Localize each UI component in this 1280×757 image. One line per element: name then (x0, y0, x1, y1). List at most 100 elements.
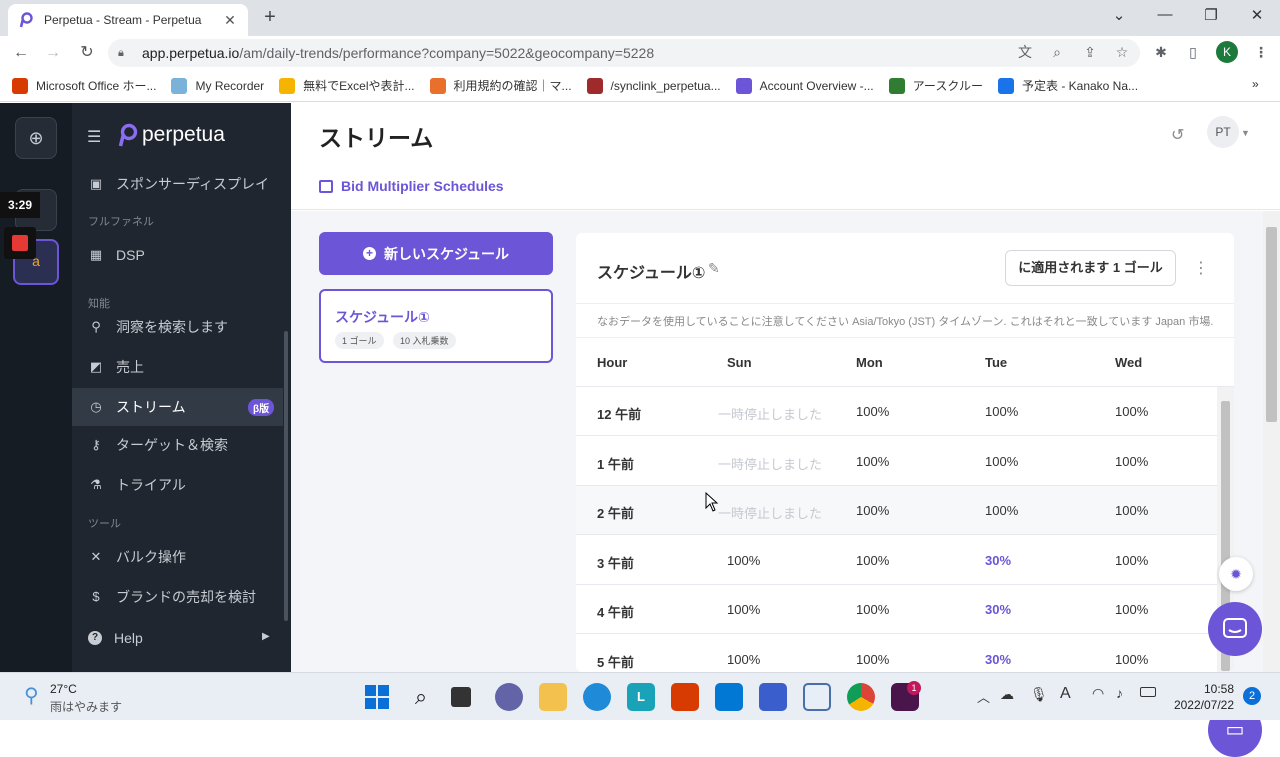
schedule-card[interactable]: スケジュール① 1 ゴール 10 入札乗数 (319, 289, 553, 363)
battery-icon[interactable] (1140, 687, 1156, 697)
multiplier-cell[interactable]: 100% (856, 553, 889, 568)
windows-start-icon[interactable] (363, 683, 391, 711)
multiplier-cell[interactable]: 30% (985, 602, 1011, 617)
multiplier-cell[interactable]: 一時停止しました (718, 503, 822, 522)
bookmark-item[interactable]: Microsoft Office ホー... (12, 77, 156, 94)
sidebar-item-clock[interactable]: ◷ ストリーム β版 (72, 388, 283, 426)
multiplier-cell[interactable]: 100% (1115, 404, 1148, 419)
bookmark-item[interactable]: 予定表 - Kanako Na... (997, 77, 1138, 94)
sidebar-item-grid[interactable]: ▦ DSP (72, 236, 283, 274)
sidebar-item-tools[interactable]: ✕ バルク操作 (72, 538, 283, 576)
share-icon[interactable]: ⇪ (1081, 43, 1099, 61)
applied-goals-button[interactable]: に適用されます 1 ゴール (1005, 250, 1176, 286)
side-panel-icon[interactable]: ▯ (1184, 43, 1202, 61)
store-icon[interactable] (759, 683, 787, 711)
edge-icon[interactable] (583, 683, 611, 711)
multiplier-cell[interactable]: 100% (856, 404, 889, 419)
multiplier-cell[interactable]: 100% (985, 503, 1018, 518)
clock-date[interactable]: 2022/07/22 (1168, 698, 1234, 712)
address-bar[interactable]: 🔒︎ app.perpetua.io/am/daily-trends/perfo… (108, 39, 1140, 67)
bookmark-item[interactable]: /synclink_perpetua... (586, 77, 721, 94)
user-avatar[interactable]: PT (1207, 116, 1239, 148)
table-row[interactable]: 4 午前 100% 100% 30% 100% (576, 585, 1218, 634)
bookmark-item[interactable]: My Recorder (171, 77, 264, 94)
cloud-icon[interactable]: ☁ (1000, 686, 1014, 703)
multiplier-cell[interactable]: 30% (985, 553, 1011, 568)
reload-icon[interactable]: ↻ (76, 42, 98, 64)
app-l-icon[interactable]: L (627, 683, 655, 711)
profile-avatar[interactable]: K (1216, 41, 1238, 63)
bug-report-icon[interactable]: ✹ (1219, 557, 1253, 591)
sidebar-item-help[interactable]: ? Help ▶ (72, 619, 283, 657)
taskbar-search-icon[interactable]: ⌕ (407, 683, 435, 711)
multiplier-cell[interactable]: 一時停止しました (718, 454, 822, 473)
sidebar-item-flask[interactable]: ⚗ トライアル (72, 466, 283, 504)
edit-pencil-icon[interactable]: ✎ (708, 260, 720, 277)
notepad-icon[interactable] (803, 683, 831, 711)
tray-chevron-icon[interactable]: ︿ (977, 687, 990, 706)
browser-tab[interactable]: Perpetua - Stream - Perpetua ✕ (8, 4, 248, 36)
page-scrollbar-thumb[interactable] (1266, 227, 1277, 422)
hamburger-menu-icon[interactable]: ☰ (87, 127, 101, 147)
chrome-icon[interactable] (847, 683, 875, 711)
clock-time[interactable]: 10:58 (1168, 682, 1234, 696)
zoom-icon[interactable]: ⌕ (1048, 43, 1066, 61)
multiplier-cell[interactable]: 100% (856, 652, 889, 667)
multiplier-cell[interactable]: 100% (1115, 652, 1148, 667)
table-row[interactable]: 3 午前 100% 100% 30% 100% (576, 536, 1218, 585)
history-icon[interactable]: ↺ (1171, 125, 1184, 145)
table-row[interactable]: 12 午前 一時停止しました 100% 100% 100% (576, 387, 1218, 436)
globe-icon[interactable]: ⊕ (15, 117, 57, 159)
browser-menu-icon[interactable]: ⋮ (1252, 43, 1270, 61)
bookmark-star-icon[interactable]: ☆ (1113, 43, 1131, 61)
office-icon[interactable] (671, 683, 699, 711)
ime-icon[interactable]: A (1060, 685, 1071, 703)
teams-chat-icon[interactable] (495, 683, 523, 711)
page-scrollbar[interactable] (1263, 211, 1280, 672)
more-options-icon[interactable]: ⋮ (1193, 258, 1209, 278)
notification-count[interactable]: 2 (1243, 687, 1261, 705)
multiplier-cell[interactable]: 100% (985, 454, 1018, 469)
new-schedule-button[interactable]: + 新しいスケジュール (319, 232, 553, 275)
sidebar-item-display[interactable]: ▣ スポンサーディスプレイ (72, 165, 283, 203)
window-close-icon[interactable]: ✕ (1245, 6, 1269, 26)
multiplier-cell[interactable]: 100% (856, 602, 889, 617)
sidebar-item-dollar[interactable]: $ ブランドの売却を検討 (72, 578, 283, 616)
multiplier-cell[interactable]: 100% (727, 652, 760, 667)
sidebar-item-insight[interactable]: ⚲ 洞察を検索します (72, 308, 283, 346)
sidebar-item-key[interactable]: ⚷ ターゲット＆検索 (72, 426, 283, 464)
tab-search-icon[interactable]: ⌄ (1107, 6, 1131, 26)
bookmark-item[interactable]: アースクルー (888, 77, 983, 94)
sidebar-item-chart[interactable]: ◩ 売上 (72, 348, 283, 386)
new-tab-icon[interactable]: + (258, 6, 282, 30)
multiplier-cell[interactable]: 30% (985, 652, 1011, 667)
chevron-down-icon[interactable]: ▼ (1241, 128, 1250, 138)
microphone-icon[interactable]: 🎙︎ (1030, 686, 1048, 703)
table-row[interactable]: 5 午前 100% 100% 30% 100% (576, 635, 1218, 673)
chat-button[interactable] (1208, 602, 1262, 656)
mail-icon[interactable] (715, 683, 743, 711)
multiplier-cell[interactable]: 100% (856, 454, 889, 469)
extensions-icon[interactable]: ✱ (1152, 43, 1170, 61)
multiplier-cell[interactable]: 100% (985, 404, 1018, 419)
file-explorer-icon[interactable] (539, 683, 567, 711)
multiplier-cell[interactable]: 100% (856, 503, 889, 518)
bookmark-item[interactable]: 無料でExcelや表計... (279, 77, 415, 94)
restore-icon[interactable]: ❐ (1199, 6, 1223, 26)
back-icon[interactable]: ← (10, 42, 32, 64)
forward-icon[interactable]: → (42, 42, 64, 64)
bookmark-item[interactable]: 利用規約の確認｜マ... (429, 77, 572, 94)
multiplier-cell[interactable]: 一時停止しました (718, 404, 822, 423)
table-row[interactable]: 1 午前 一時停止しました 100% 100% 100% (576, 437, 1218, 486)
volume-icon[interactable]: ♪ (1116, 685, 1123, 701)
bookmark-item[interactable]: Account Overview -... (735, 77, 874, 94)
multiplier-cell[interactable]: 100% (1115, 503, 1148, 518)
multiplier-cell[interactable]: 100% (727, 553, 760, 568)
close-tab-icon[interactable]: ✕ (222, 12, 238, 29)
subnav-link[interactable]: Bid Multiplier Schedules (319, 178, 504, 194)
wifi-icon[interactable]: ◠ (1092, 685, 1104, 702)
translate-icon[interactable]: 文 (1016, 43, 1034, 61)
multiplier-cell[interactable]: 100% (1115, 553, 1148, 568)
recorder-stop-button[interactable] (4, 227, 36, 259)
expand-arrow-icon[interactable]: ▶ (262, 631, 270, 642)
